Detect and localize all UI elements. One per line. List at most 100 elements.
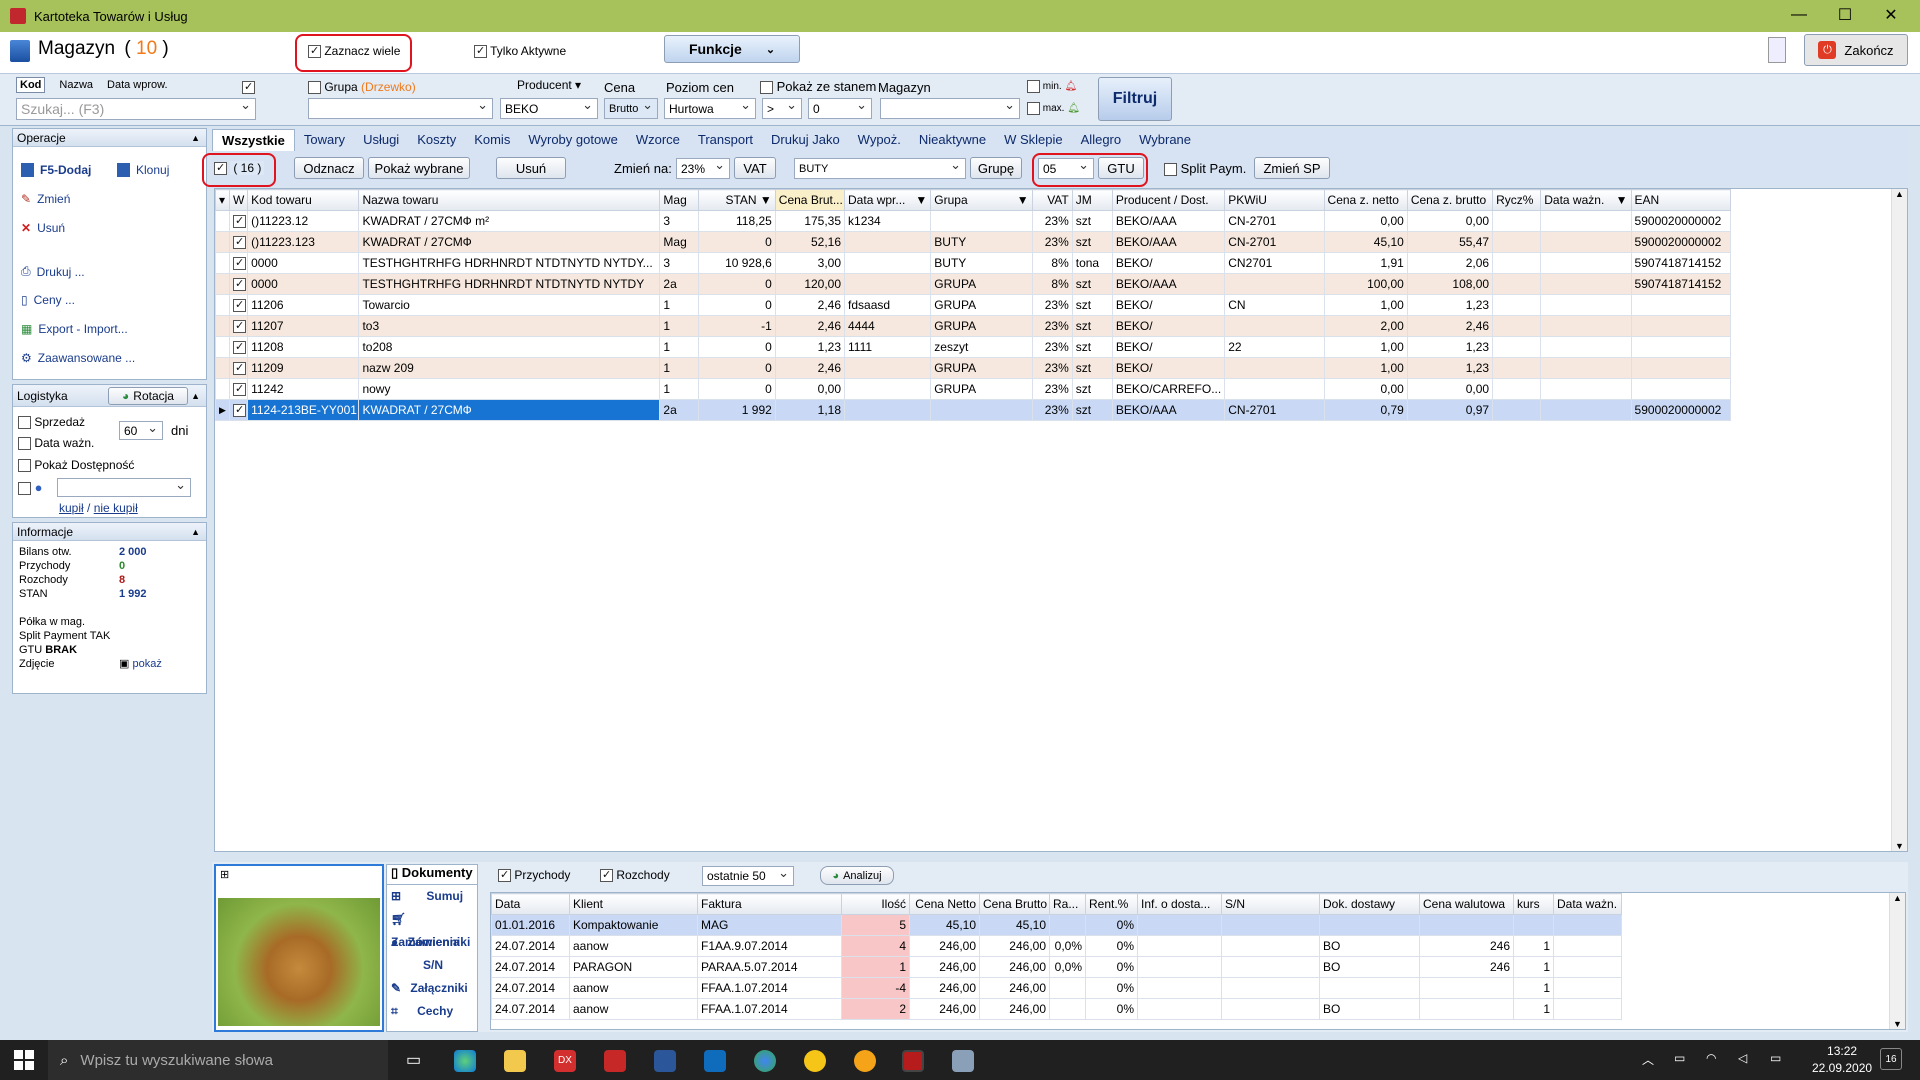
column-header[interactable]: Grupa ▼ xyxy=(930,189,1033,211)
grupa-change-dropdown[interactable]: BUTY xyxy=(794,157,966,179)
tab-allegro[interactable]: Allegro xyxy=(1072,129,1130,151)
tylko-aktywne-checkbox[interactable]: Tylko Aktywne xyxy=(474,44,566,59)
pokaz-link[interactable]: pokaż xyxy=(132,658,161,670)
klient-checkbox[interactable] xyxy=(18,482,31,496)
column-header[interactable]: Producent / Dost. xyxy=(1111,189,1226,211)
column-header[interactable]: Cena Brut... xyxy=(774,189,846,211)
edge-icon[interactable] xyxy=(454,1050,476,1072)
rozchody-checkbox[interactable] xyxy=(600,869,613,883)
data-wprow-checkbox[interactable] xyxy=(242,81,255,95)
table-row[interactable]: 24.07.2014 aanow F1AA.9.07.2014 4 246,00 246,… xyxy=(491,935,1622,957)
column-header[interactable]: Faktura xyxy=(697,893,842,915)
dni-stepper[interactable]: 60 xyxy=(119,420,163,440)
pokaz-ze-stanem-checkbox[interactable] xyxy=(760,81,773,95)
poziom-cen-dropdown[interactable]: Hurtowa xyxy=(664,97,756,119)
tab-nieaktywne[interactable]: Nieaktywne xyxy=(910,129,995,151)
column-header[interactable]: Cena z. netto xyxy=(1323,189,1408,211)
split-paym-checkbox[interactable] xyxy=(1164,163,1177,177)
close-window-button[interactable]: ✕ xyxy=(1868,0,1914,30)
smiley-app-icon[interactable] xyxy=(854,1050,876,1072)
dodaj-button[interactable]: F5-Dodaj xyxy=(21,163,91,177)
table-row[interactable]: ()11223.12KWADRAT / 27СМФ m²3118,25175,3… xyxy=(215,210,1732,232)
tab-nazwa[interactable]: Nazwa xyxy=(59,77,93,93)
pokaz-wybrane-button[interactable]: Pokaż wybrane xyxy=(368,157,470,179)
notification-icon[interactable]: 16 xyxy=(1880,1048,1902,1070)
grupa-dropdown[interactable] xyxy=(308,97,493,119)
task-view-icon[interactable]: ▭ xyxy=(406,1050,421,1070)
row-checkbox[interactable] xyxy=(229,252,249,274)
scroll-down-icon[interactable]: ▼ xyxy=(1892,841,1907,851)
filtruj-button[interactable]: Filtruj xyxy=(1098,77,1172,121)
row-checkbox[interactable] xyxy=(229,315,249,337)
filter-icon[interactable]: ▼ xyxy=(915,193,927,207)
volume-icon[interactable]: ◁ xyxy=(1738,1051,1747,1065)
column-header[interactable]: Data xyxy=(491,893,570,915)
usun-selected-button[interactable]: Usuń xyxy=(496,157,566,179)
tab-wszystkie[interactable]: Wszystkie xyxy=(212,129,295,151)
row-indicator[interactable] xyxy=(215,336,231,358)
tab-uslugi[interactable]: Usługi xyxy=(354,129,408,151)
odznacz-button[interactable]: Odznacz xyxy=(294,157,364,179)
grupa-checkbox[interactable] xyxy=(308,81,321,95)
zaznacz-wiele-checkbox[interactable]: Zaznacz wiele xyxy=(308,44,400,59)
column-header[interactable]: S/N xyxy=(1221,893,1320,915)
table-row[interactable]: 11208to208101,231111zeszyt23%sztBEKO/221… xyxy=(215,336,1732,358)
column-header[interactable]: Cena walutowa xyxy=(1419,893,1514,915)
file-explorer-icon[interactable] xyxy=(504,1050,526,1072)
row-indicator[interactable] xyxy=(215,315,231,337)
tab-wybrane[interactable]: Wybrane xyxy=(1130,129,1200,151)
collapse-icon[interactable]: ▲ xyxy=(191,523,200,541)
tab-towary[interactable]: Towary xyxy=(295,129,354,151)
tools-app-icon[interactable] xyxy=(952,1050,974,1072)
table-row[interactable]: 24.07.2014 aanow FFAA.1.07.2014 2 246,00 246,… xyxy=(491,998,1622,1020)
wifi-icon[interactable]: ◠ xyxy=(1706,1051,1716,1065)
table-row[interactable]: 11207to31-12,464444GRUPA23%sztBEKO/2,002… xyxy=(215,315,1732,337)
calculator-icon[interactable] xyxy=(1768,37,1786,63)
row-checkbox[interactable] xyxy=(229,336,249,358)
column-header[interactable]: Data ważn. ▼ xyxy=(1540,189,1632,211)
table-row[interactable]: ()11223.123KWADRAT / 27СМФMag052,16 BUTY2… xyxy=(215,231,1732,253)
column-header[interactable]: Mag xyxy=(659,189,699,211)
tab-w-sklepie[interactable]: W Sklepie xyxy=(995,129,1072,151)
table-row[interactable]: 11242nowy100,00GRUPA23%sztBEKO/CARREFO..… xyxy=(215,378,1732,400)
row-checkbox[interactable] xyxy=(229,378,249,400)
nie-kupil-link[interactable]: nie kupił xyxy=(94,501,138,515)
pokaz-dostepnosc-checkbox[interactable] xyxy=(18,459,31,473)
row-indicator[interactable] xyxy=(215,231,231,253)
producent-label[interactable]: Producent ▾ xyxy=(517,78,581,92)
column-header[interactable]: Data ważn. xyxy=(1553,893,1622,915)
column-header[interactable]: kurs xyxy=(1513,893,1554,915)
grid-scrollbar[interactable]: ▲ ▼ xyxy=(1891,189,1907,851)
row-checkbox[interactable] xyxy=(229,210,249,232)
row-indicator[interactable] xyxy=(215,252,231,274)
scroll-up-icon[interactable]: ▲ xyxy=(1892,189,1907,199)
drukuj-button[interactable]: ⎙ Drukuj ... xyxy=(21,264,85,279)
column-header[interactable]: W xyxy=(229,189,249,211)
tab-wypoz[interactable]: Wypoż. xyxy=(849,129,910,151)
max-checkbox[interactable] xyxy=(1027,102,1040,115)
column-header[interactable]: Inf. o dosta... xyxy=(1137,893,1222,915)
menu-cechy[interactable]: ⌗ Cechy xyxy=(387,1000,477,1023)
tab-drukuj-jako[interactable]: Drukuj Jako xyxy=(762,129,849,151)
kupil-link[interactable]: kupił xyxy=(59,501,84,515)
gtu-button[interactable]: GTU xyxy=(1098,157,1144,179)
scroll-down-icon[interactable]: ▼ xyxy=(1890,1019,1905,1029)
scroll-up-icon[interactable]: ▲ xyxy=(1890,893,1905,903)
row-indicator[interactable]: ▶ xyxy=(215,399,231,421)
expand-icon[interactable]: ⊞ xyxy=(216,866,382,883)
table-row[interactable]: 01.01.2016 Kompaktowanie MAG 5 45,10 45,10 0% xyxy=(491,914,1622,936)
rotacja-button[interactable]: ◕ Rotacja xyxy=(108,387,188,405)
menu-sumuj[interactable]: ⊞ Sumuj xyxy=(387,885,477,908)
row-indicator[interactable] xyxy=(215,294,231,316)
min-checkbox[interactable] xyxy=(1027,80,1040,93)
column-header[interactable]: JM xyxy=(1071,189,1113,211)
row-indicator[interactable] xyxy=(215,273,231,295)
ceny-button[interactable]: ▯ Ceny ... xyxy=(21,293,75,307)
row-indicator[interactable] xyxy=(215,210,231,232)
table-row[interactable]: ▶ 1124-213BE-YY001KWADRAT / 27СМФ2a1 9921… xyxy=(215,399,1732,421)
column-header[interactable]: Cena z. brutto xyxy=(1406,189,1494,211)
column-header[interactable]: Nazwa towaru xyxy=(358,189,661,211)
outlook-icon[interactable] xyxy=(704,1050,726,1072)
klonuj-button[interactable]: Klonuj xyxy=(117,163,169,177)
column-header[interactable]: Kod towaru xyxy=(247,189,360,211)
